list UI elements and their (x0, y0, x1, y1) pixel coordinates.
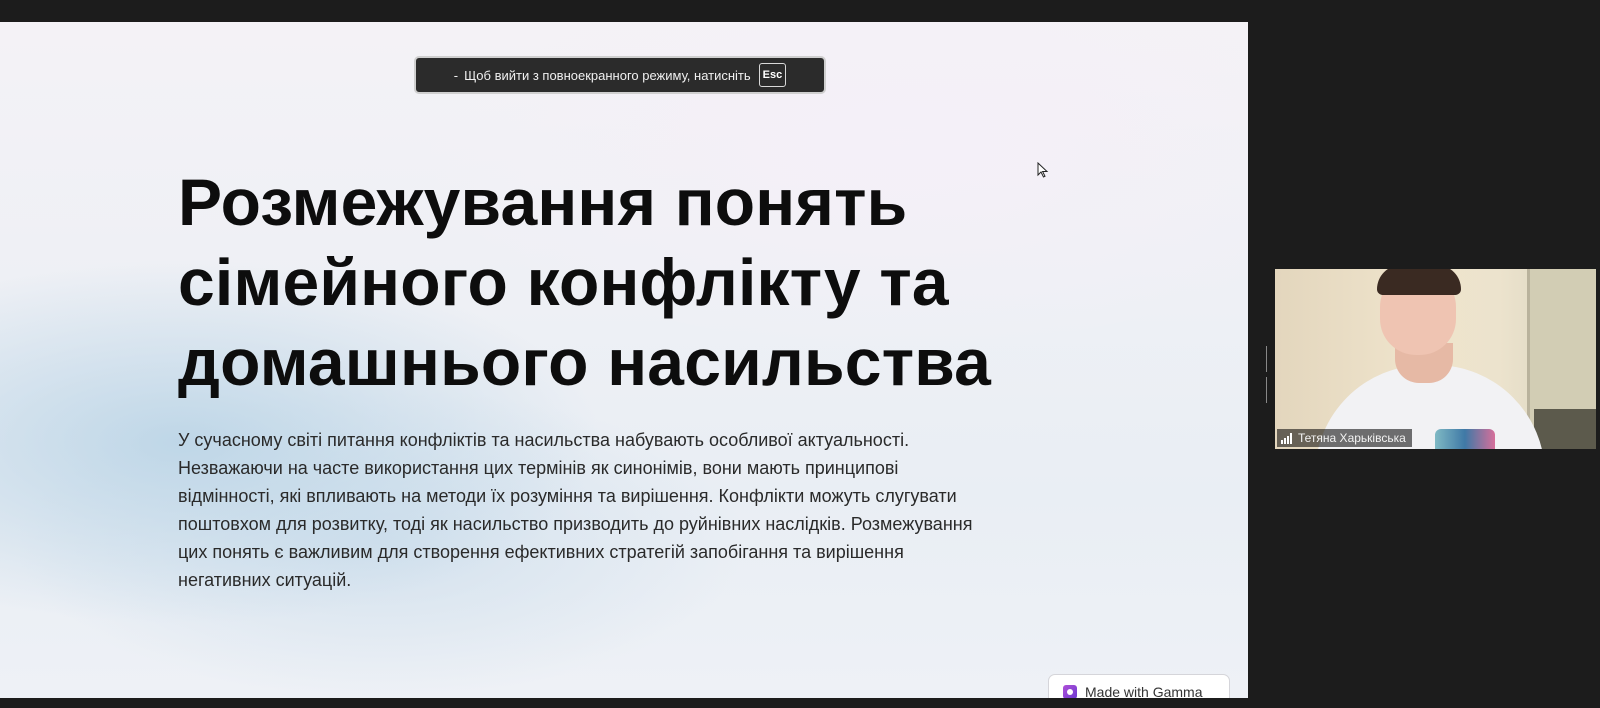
gamma-logo-icon (1063, 685, 1077, 698)
slide-title: Розмежування понять сімейного конфлікту … (178, 162, 1038, 402)
banner-dash: - (453, 67, 459, 83)
body-line: Незважаючи на часте використання цих тер… (178, 458, 899, 478)
banner-message: Щоб вийти з повноекранного режиму, натис… (464, 67, 751, 83)
signal-strength-icon (1281, 432, 1292, 444)
slide-title-line: Розмежування понять (178, 165, 908, 239)
shared-screen: - Щоб вийти з повноекранного режиму, нат… (0, 22, 1248, 698)
body-line: поштовхом для розвитку, тоді як насильст… (178, 514, 973, 534)
panel-resize-handle[interactable] (1266, 346, 1270, 403)
slide-title-line: сімейного конфлікту та (178, 245, 949, 319)
body-line: цих понять є важливим для створення ефек… (178, 542, 904, 562)
body-line: відмінності, які впливають на методи їх … (178, 486, 957, 506)
esc-key-badge[interactable]: Esc (758, 63, 787, 87)
participant-hair (1377, 269, 1461, 295)
gamma-badge-label: Made with Gamma (1085, 684, 1203, 698)
participant-video-tile[interactable]: Тетяна Харьківська (1275, 269, 1596, 449)
fullscreen-exit-banner: - Щоб вийти з повноекранного режиму, нат… (414, 56, 826, 94)
slide-title-line: домашнього насильства (178, 325, 992, 399)
participant-name-label: Тетяна Харьківська (1277, 429, 1412, 447)
mouse-cursor-icon (1037, 162, 1049, 178)
participant-shirt-print (1435, 429, 1495, 449)
participant-name: Тетяна Харьківська (1298, 431, 1406, 445)
slide-body-text: У сучасному світі питання конфліктів та … (178, 426, 1058, 594)
body-line: негативних ситуацій. (178, 570, 352, 590)
made-with-gamma-badge[interactable]: Made with Gamma (1048, 674, 1230, 698)
presentation-slide: - Щоб вийти з повноекранного режиму, нат… (0, 22, 1248, 698)
video-door-shadow (1534, 409, 1596, 449)
body-line: У сучасному світі питання конфліктів та … (178, 430, 910, 450)
